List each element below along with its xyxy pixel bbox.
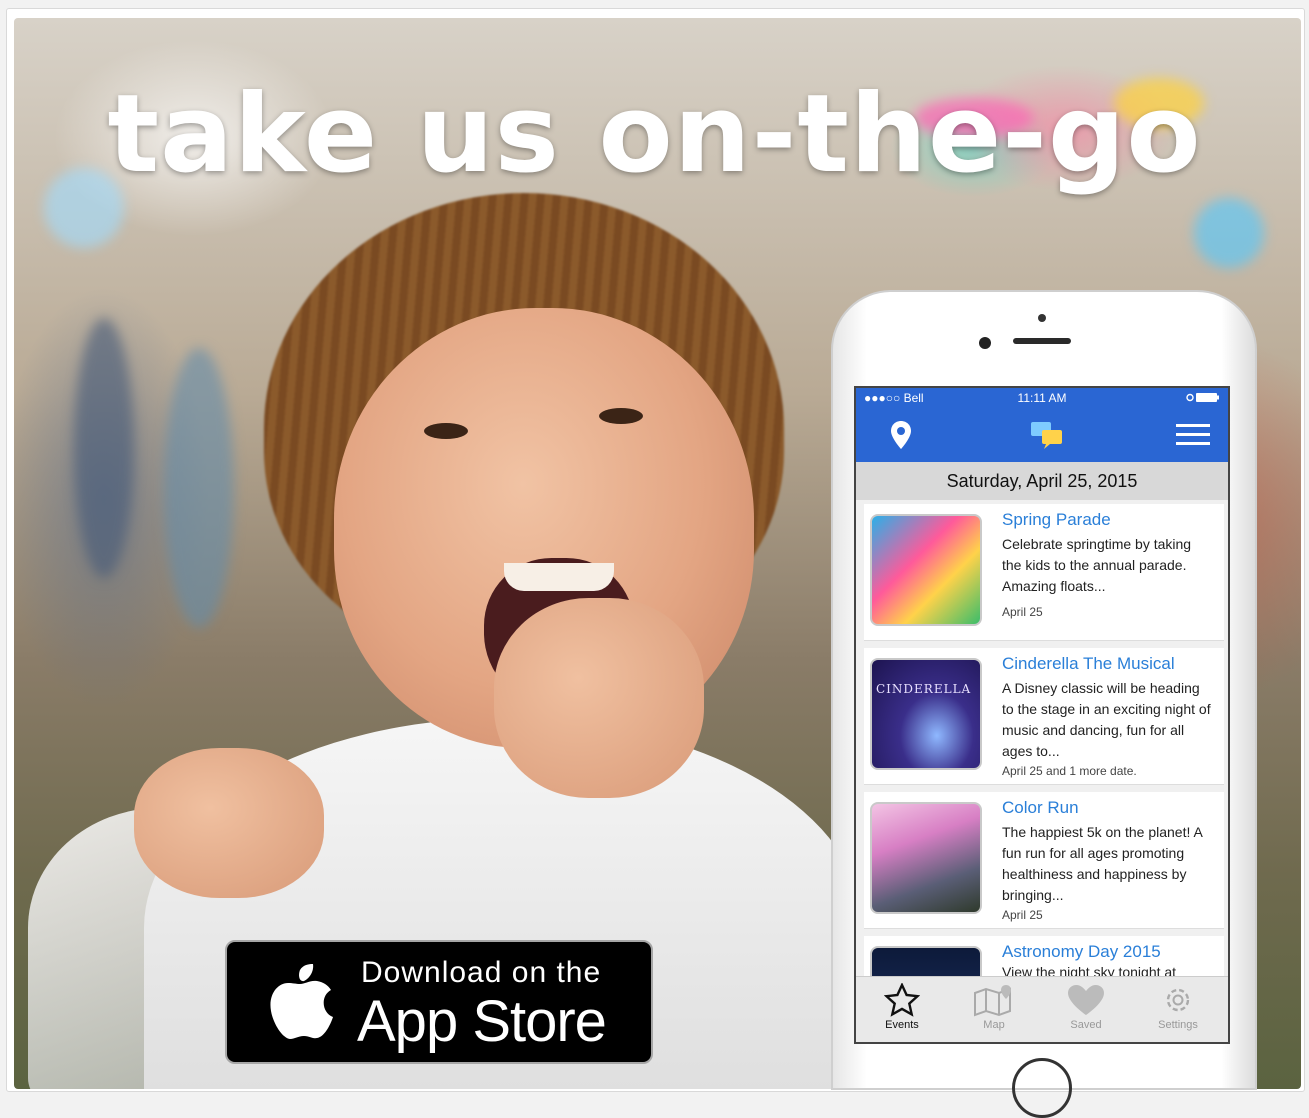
hamburger-menu-icon[interactable]	[1176, 422, 1210, 448]
event-description: View the night sky tonight at	[1002, 964, 1177, 976]
event-title[interactable]: Astronomy Day 2015	[1002, 942, 1214, 962]
event-description: A Disney classic will be heading to the …	[1002, 680, 1211, 759]
event-title[interactable]: Spring Parade	[1002, 510, 1214, 530]
front-camera	[1038, 314, 1046, 322]
tab-label: Map	[983, 1019, 1005, 1031]
date-header: Saturday, April 25, 2015	[856, 462, 1228, 500]
badge-line2: App Store	[357, 989, 607, 1054]
event-date: April 25	[1002, 605, 1043, 619]
tab-saved[interactable]: Saved	[1046, 983, 1126, 1031]
event-thumbnail: CINDERELLA	[870, 658, 982, 770]
battery-icon	[1186, 393, 1219, 402]
event-list-item[interactable]: CINDERELLA Cinderella The Musical A Disn…	[864, 648, 1224, 785]
event-thumbnail	[870, 946, 982, 976]
tab-settings[interactable]: Settings	[1138, 983, 1218, 1031]
headline: take us on-the-go	[107, 72, 1202, 197]
badge-line1: Download on the	[361, 956, 602, 989]
thumbnail-caption: CINDERELLA	[876, 682, 972, 696]
tab-events[interactable]: Events	[862, 983, 942, 1031]
event-thumbnail	[870, 802, 982, 914]
clock-label: 11:11 AM	[1017, 391, 1067, 405]
app-nav-bar	[856, 408, 1228, 462]
event-list[interactable]: Spring Parade Celebrate springtime by ta…	[856, 500, 1228, 976]
eye	[424, 423, 468, 439]
status-bar: ●●●○○ Bell 11:11 AM	[856, 388, 1228, 408]
event-list-item[interactable]: Color Run The happiest 5k on the planet!…	[864, 792, 1224, 929]
sensor	[979, 337, 991, 349]
event-date: April 25 and 1 more date.	[1002, 764, 1137, 778]
speaker-grille	[1013, 338, 1071, 344]
app-screen: ●●●○○ Bell 11:11 AM Saturday, April 25, …	[854, 386, 1230, 1044]
chat-bubbles-icon[interactable]	[1030, 420, 1064, 450]
event-list-item[interactable]: Astronomy Day 2015 View the night sky to…	[864, 936, 1224, 976]
tab-bar: Events Map Saved Settings	[856, 976, 1228, 1042]
event-title[interactable]: Color Run	[1002, 798, 1214, 818]
bokeh-person	[164, 348, 234, 628]
event-title[interactable]: Cinderella The Musical	[1002, 654, 1214, 674]
gear-icon	[1166, 988, 1190, 1012]
event-list-item[interactable]: Spring Parade Celebrate springtime by ta…	[864, 504, 1224, 641]
event-description: The happiest 5k on the planet! A fun run…	[1002, 824, 1203, 903]
star-icon	[884, 983, 920, 1017]
map-icon	[974, 985, 1011, 1017]
tab-map[interactable]: Map	[954, 983, 1034, 1031]
apple-logo-icon	[270, 964, 333, 1039]
heart-icon	[1068, 985, 1104, 1015]
event-thumbnail	[870, 514, 982, 626]
location-pin-icon[interactable]	[890, 420, 912, 450]
teeth	[504, 563, 614, 591]
tab-label: Settings	[1158, 1019, 1198, 1031]
eye	[599, 408, 643, 424]
tab-label: Events	[885, 1019, 919, 1031]
bokeh-person	[74, 318, 134, 578]
hand	[494, 598, 704, 798]
home-button	[1012, 1058, 1072, 1118]
bokeh-light	[1194, 198, 1264, 268]
hand	[134, 748, 324, 898]
tab-label: Saved	[1070, 1019, 1102, 1031]
event-description: Celebrate springtime by taking the kids …	[1002, 536, 1192, 594]
app-store-badge[interactable]: Download on the App Store	[225, 940, 653, 1064]
event-date: April 25	[1002, 908, 1043, 922]
